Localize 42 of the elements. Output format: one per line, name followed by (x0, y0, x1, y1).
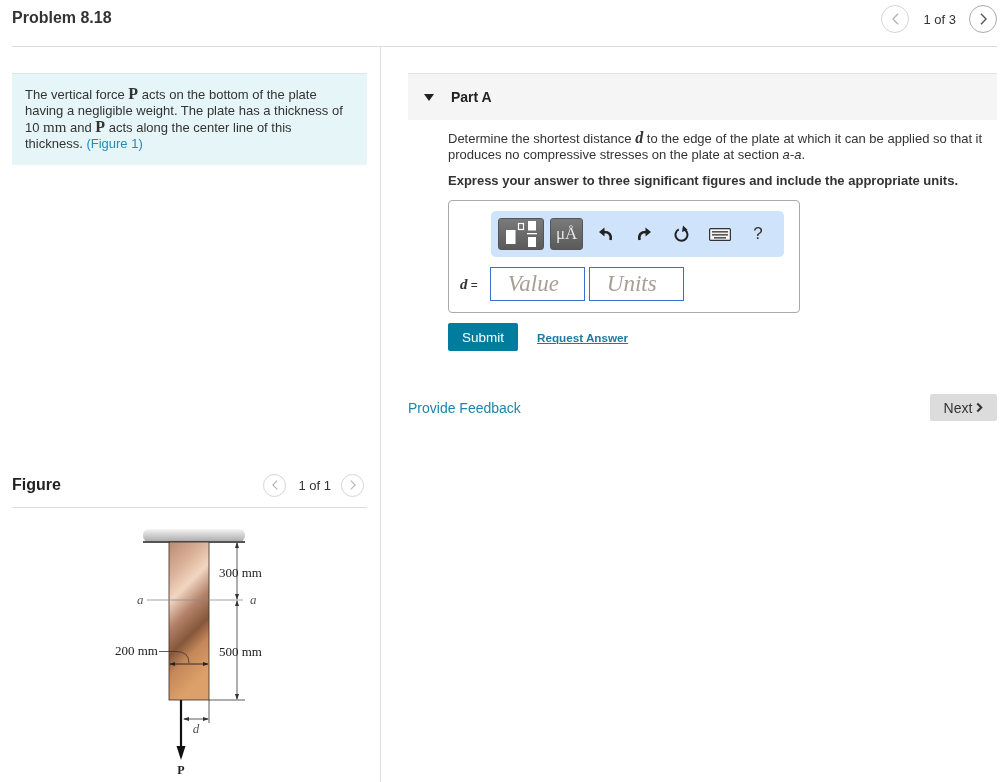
part-header[interactable]: Part A (408, 73, 997, 120)
submit-button[interactable]: Submit (448, 323, 518, 351)
undo-icon[interactable] (599, 227, 613, 241)
figure-page-indicator: 1 of 1 (298, 477, 331, 493)
units-button[interactable]: μÅ (550, 218, 583, 250)
value-field[interactable]: Value (489, 267, 585, 301)
width-dimension-line (169, 662, 209, 666)
chevron-left-icon (271, 480, 278, 490)
chevron-right-icon (979, 13, 987, 25)
next-button[interactable]: Next (930, 394, 997, 421)
figure-link[interactable]: (Figure 1) (86, 136, 143, 151)
force-label: P (177, 763, 185, 777)
part-title: Part A (451, 89, 492, 105)
answer-label: d = (460, 275, 478, 293)
units-field[interactable]: Units (588, 267, 684, 301)
question-text: Determine the shortest distance d to the edge of the plate at which it can be applied so that it produces no compressive stresses on the plate at section a-a. (448, 130, 984, 163)
problem-statement: The vertical force P acts on the bottom of the plate having a negligible weight. The plate has a thickness of 10 mm and P acts along the center line of this thickness. (Figure 1) (12, 73, 367, 165)
chevron-right-icon (349, 480, 356, 490)
feedback-link[interactable]: Provide Feedback (408, 399, 521, 416)
request-answer-link[interactable]: Request Answer (537, 330, 629, 344)
reset-icon[interactable] (674, 225, 690, 243)
instruction-text: Express your answer to three significant figures and include the appropriate units. (448, 173, 959, 189)
help-button[interactable]: ? (753, 224, 763, 244)
chevron-left-icon (891, 13, 899, 25)
figure-title: Figure (12, 476, 61, 494)
redo-icon[interactable] (637, 227, 651, 241)
section-label: a (137, 592, 144, 607)
force-arrow (176, 700, 186, 760)
keyboard-icon[interactable] (709, 227, 731, 241)
dimension-label: 300 mm (219, 565, 262, 580)
template-button[interactable] (498, 218, 545, 250)
fraction-template-icon (505, 221, 537, 247)
chevron-right-icon (976, 402, 984, 413)
dimension-label: 200 mm (115, 643, 158, 658)
offset-dimension-line (183, 699, 210, 724)
offset-label: d (192, 721, 200, 736)
problem-title: Problem 8.18 (12, 9, 112, 27)
dimension-label: 500 mm (219, 644, 262, 659)
page-indicator: 1 of 3 (923, 11, 956, 27)
section-label: a (250, 592, 257, 607)
leader-line (158, 651, 190, 664)
next-problem-button[interactable] (969, 5, 997, 33)
